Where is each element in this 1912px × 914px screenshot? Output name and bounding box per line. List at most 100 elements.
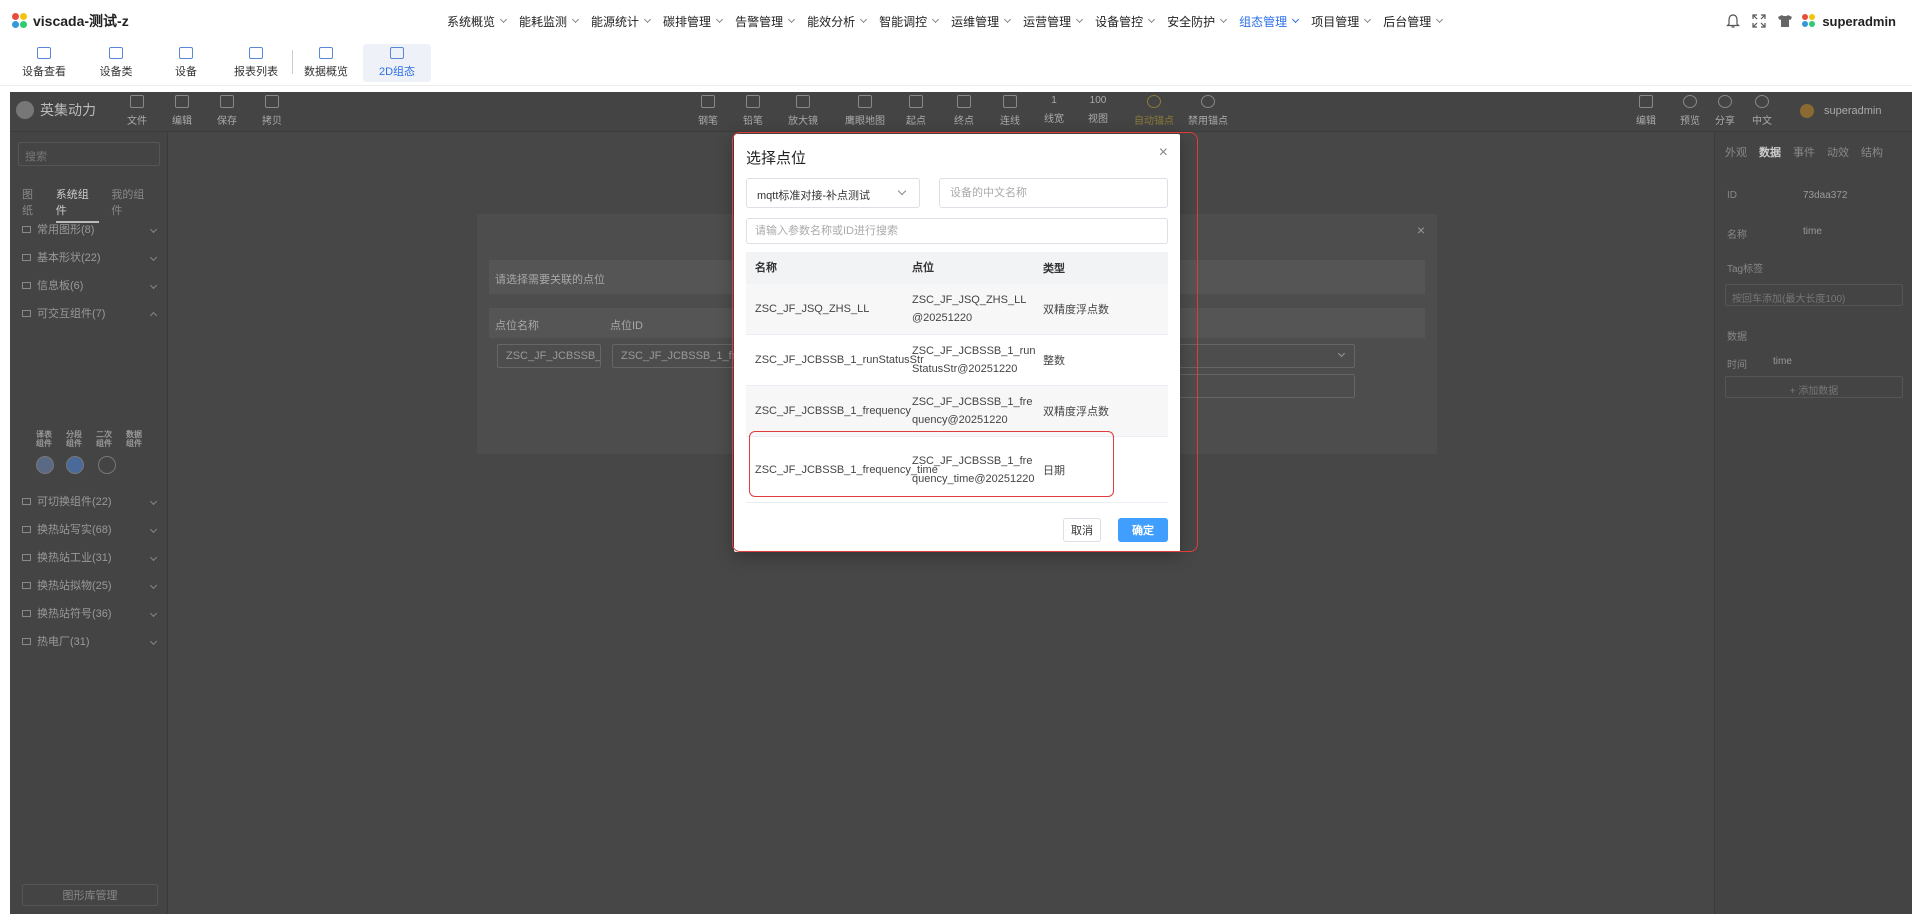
nav-item-system-overview[interactable]: 系统概览 xyxy=(447,13,508,30)
nav-item-energy-monitor[interactable]: 能耗监测 xyxy=(519,13,580,30)
tool-minimap[interactable]: 鹰眼地图 xyxy=(845,95,885,127)
table-row[interactable]: ZSC_JF_JCBSSB_1_frequency_time ZSC_JF_JC… xyxy=(746,437,1168,503)
nav-item-efficiency[interactable]: 能效分析 xyxy=(807,13,868,30)
widget-item[interactable]: 二次组件 xyxy=(96,430,118,448)
tab-drawings[interactable]: 图纸 xyxy=(22,186,44,223)
subnav-device[interactable]: 设备 xyxy=(160,44,212,82)
nav-item-smart-control[interactable]: 智能调控 xyxy=(879,13,940,30)
category-item[interactable]: 可切换组件(22) xyxy=(22,492,162,510)
graphics-library-button[interactable]: 图形库管理 xyxy=(22,884,158,906)
category-item[interactable]: 换热站写实(68) xyxy=(22,520,162,538)
widget-tank-icon[interactable] xyxy=(66,456,84,474)
tool-pen[interactable]: 钢笔 xyxy=(698,95,718,127)
row-name: ZSC_JF_JSQ_ZHS_LL xyxy=(755,303,870,315)
device-select[interactable]: mqtt标准对接-补点测试 xyxy=(746,178,920,208)
category-item[interactable]: 换热站工业(31) xyxy=(22,548,162,566)
tool-end-point[interactable]: 终点 xyxy=(954,95,974,127)
point-type-select[interactable] xyxy=(1177,344,1355,368)
chevron-down-icon xyxy=(149,637,158,645)
category-item[interactable]: 换热站符号(36) xyxy=(22,604,162,622)
nav-item-carbon[interactable]: 碳排管理 xyxy=(663,13,724,30)
user-name[interactable]: superadmin xyxy=(1822,14,1896,29)
editor-user[interactable]: superadmin xyxy=(1800,104,1881,118)
chevron-down-icon xyxy=(1337,349,1346,358)
tool-view[interactable]: 100 视图 xyxy=(1088,95,1108,125)
tab-appearance[interactable]: 外观 xyxy=(1725,144,1747,160)
tag-input[interactable]: 按回车添加(最大长度100) xyxy=(1725,284,1903,306)
point-id-input[interactable]: ZSC_JF_JCBSSB_1_freq xyxy=(612,344,742,368)
tab-my-components[interactable]: 我的组件 xyxy=(111,186,155,223)
nav-item-alarm[interactable]: 告警管理 xyxy=(735,13,796,30)
start-point-icon xyxy=(909,95,923,108)
widget-fan-icon[interactable] xyxy=(98,456,116,474)
nav-item-device-control[interactable]: 设备管控 xyxy=(1095,13,1156,30)
tool-disable-anchor[interactable]: 禁用锚点 xyxy=(1188,95,1228,127)
nav-item-project[interactable]: 项目管理 xyxy=(1311,13,1372,30)
name-value[interactable]: time xyxy=(1803,226,1822,237)
subnav-report-list[interactable]: 报表列表 xyxy=(230,44,282,82)
category-item[interactable]: 基本形状(22) xyxy=(22,248,162,266)
add-data-button[interactable]: + 添加数据 xyxy=(1725,376,1903,398)
tool-share[interactable]: 分享 xyxy=(1715,95,1735,127)
tab-data[interactable]: 数据 xyxy=(1759,144,1781,160)
category-item[interactable]: 可交互组件(7) xyxy=(22,304,162,322)
tab-system-components[interactable]: 系统组件 xyxy=(55,186,100,223)
confirm-button[interactable]: 确定 xyxy=(1118,518,1168,542)
category-item[interactable]: 换热站拟物(25) xyxy=(22,576,162,594)
tool-edit[interactable]: 编辑 xyxy=(172,95,192,127)
widget-gauge-icon[interactable] xyxy=(36,456,54,474)
tool-magnifier[interactable]: 放大镜 xyxy=(788,95,818,127)
category-item[interactable]: 信息板(6) xyxy=(22,276,162,294)
point-search-input[interactable] xyxy=(746,218,1168,244)
nav-item-backend[interactable]: 后台管理 xyxy=(1383,13,1444,30)
chevron-down-icon xyxy=(149,581,158,589)
nav-item-maintenance[interactable]: 运维管理 xyxy=(951,13,1012,30)
cancel-button[interactable]: 取消 xyxy=(1063,518,1101,542)
tab-events[interactable]: 事件 xyxy=(1793,144,1815,160)
user-avatar-icon[interactable] xyxy=(1802,12,1816,30)
tool-line-width[interactable]: 1 线宽 xyxy=(1044,95,1064,125)
widget-item[interactable]: 数据组件 xyxy=(126,430,148,448)
nav-item-security[interactable]: 安全防护 xyxy=(1167,13,1228,30)
chevron-down-icon xyxy=(149,253,158,261)
tool-pencil[interactable]: 铅笔 xyxy=(743,95,763,127)
close-icon[interactable]: × xyxy=(1417,222,1425,238)
tab-structure[interactable]: 结构 xyxy=(1861,144,1883,160)
category-item[interactable]: 常用图形(8) xyxy=(22,220,162,238)
tool-language[interactable]: 中文 xyxy=(1752,95,1772,127)
point-extra-input[interactable] xyxy=(1177,374,1355,398)
widget-item[interactable]: 分段组件 xyxy=(66,430,88,448)
close-icon[interactable]: × xyxy=(1159,144,1168,162)
tool-start-point[interactable]: 起点 xyxy=(906,95,926,127)
widget-item[interactable]: 译表组件 xyxy=(36,430,58,448)
category-item[interactable]: 热电厂(31) xyxy=(22,632,162,650)
chevron-down-icon xyxy=(1364,15,1372,24)
subnav-device-view[interactable]: 设备查看 xyxy=(18,44,70,82)
nav-item-energy-stats[interactable]: 能源统计 xyxy=(591,13,652,30)
bell-icon[interactable] xyxy=(1724,12,1742,30)
row-name: ZSC_JF_JCBSSB_1_frequency_time xyxy=(755,463,938,476)
fullscreen-icon[interactable] xyxy=(1750,12,1768,30)
tool-connector[interactable]: 连线 xyxy=(1000,95,1020,127)
component-search-input[interactable]: 搜索 xyxy=(18,142,160,166)
theme-shirt-icon[interactable] xyxy=(1776,12,1794,30)
tab-animation[interactable]: 动效 xyxy=(1827,144,1849,160)
tool-auto-anchor[interactable]: 自动锚点 xyxy=(1134,95,1174,127)
tool-preview[interactable]: 预览 xyxy=(1680,95,1700,127)
tool-copy[interactable]: 拷贝 xyxy=(262,95,282,127)
tool-file[interactable]: 文件 xyxy=(127,95,147,127)
subnav-2d-config[interactable]: 2D组态 xyxy=(363,44,431,82)
nav-item-config[interactable]: 组态管理 xyxy=(1239,13,1300,30)
device-name-input[interactable] xyxy=(939,178,1168,208)
point-name-input[interactable]: ZSC_JF_JCBSSB_1_ xyxy=(497,344,601,368)
table-row[interactable]: ZSC_JF_JCBSSB_1_runStatusStr ZSC_JF_JCBS… xyxy=(746,335,1168,386)
table-row[interactable]: ZSC_JF_JCBSSB_1_frequency ZSC_JF_JCBSSB_… xyxy=(746,386,1168,437)
app-logo[interactable]: viscada-测试-z xyxy=(12,11,129,31)
chevron-down-icon xyxy=(149,525,158,533)
tool-edit-mode[interactable]: 编辑 xyxy=(1636,95,1656,127)
nav-item-operations[interactable]: 运营管理 xyxy=(1023,13,1084,30)
tool-save[interactable]: 保存 xyxy=(217,95,237,127)
subnav-data-overview[interactable]: 数据概览 xyxy=(300,44,352,82)
table-row[interactable]: ZSC_JF_JSQ_ZHS_LL ZSC_JF_JSQ_ZHS_LL@2025… xyxy=(746,284,1168,335)
subnav-device-class[interactable]: 设备类 xyxy=(90,44,142,82)
